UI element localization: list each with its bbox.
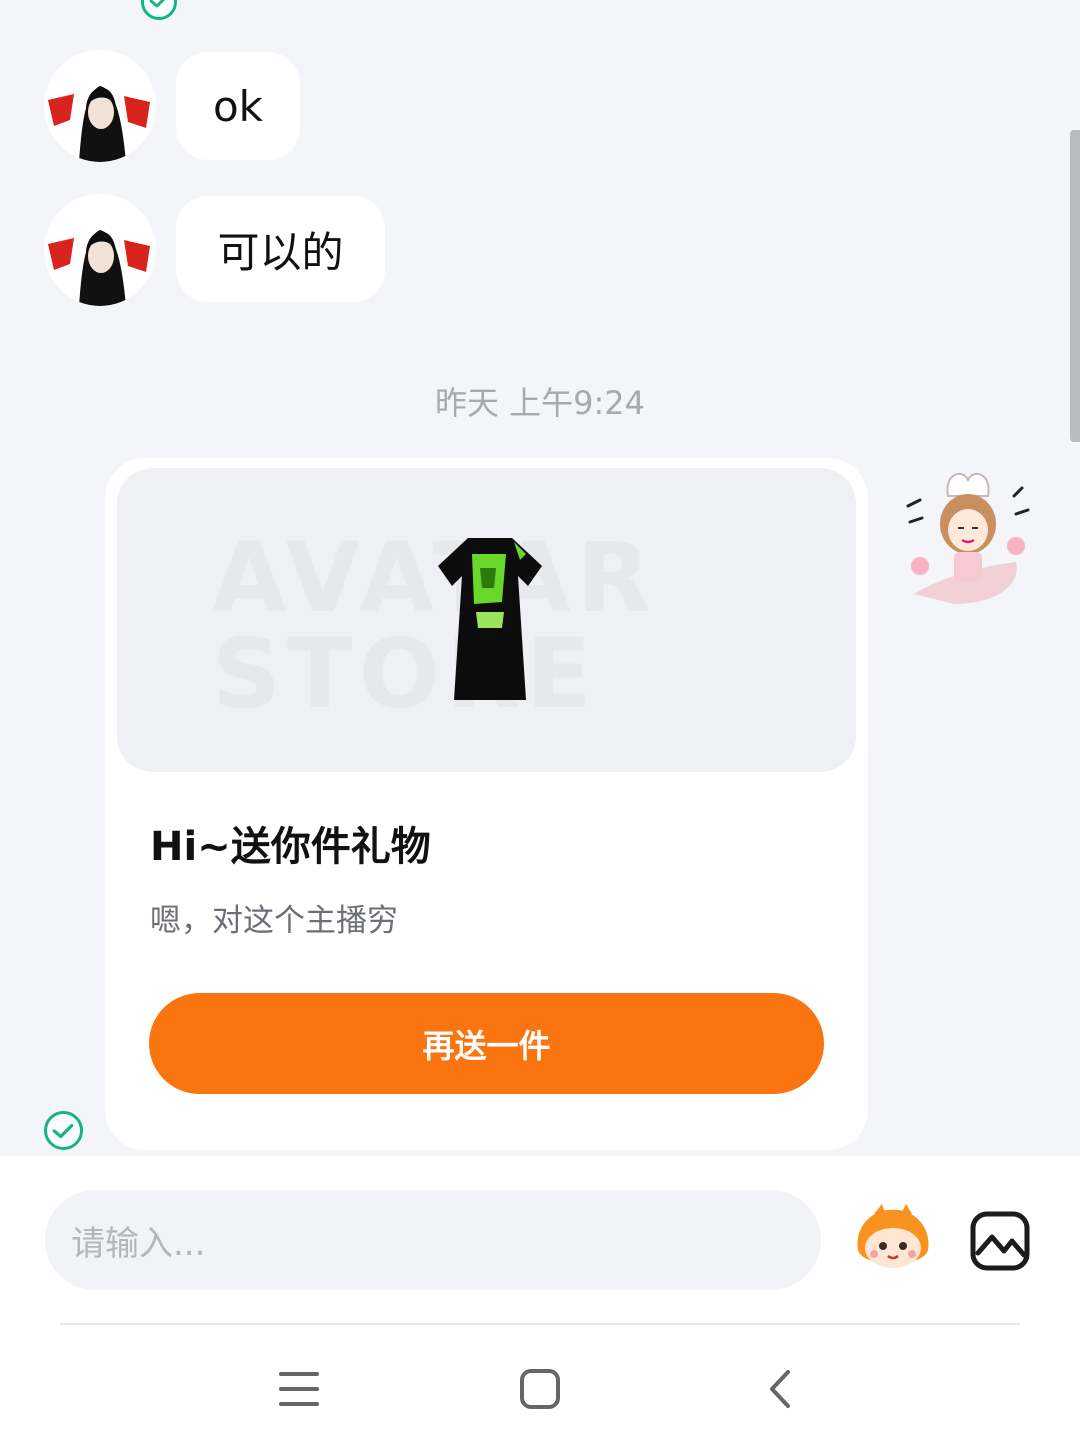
chat-scrollbar[interactable] [1070,130,1080,442]
contact-avatar[interactable] [44,194,156,306]
read-check-icon [141,0,177,20]
message-timestamp: 昨天 上午9:24 [434,384,646,422]
emoji-mascot-icon[interactable] [852,1204,934,1274]
tshirt-dress-icon [438,538,542,700]
my-avatar[interactable] [904,466,1034,611]
divider [60,1323,1020,1325]
send-again-button[interactable]: 再送一件 [149,993,824,1094]
gift-card[interactable]: AVATAR STORE Hi~送你件礼物 嗯，对这个主播穷 再送一件 [105,458,868,1150]
back-icon[interactable] [766,1368,794,1414]
menu-icon[interactable] [278,1370,320,1412]
home-icon[interactable] [519,1368,561,1414]
message-text: 可以的 [217,227,344,277]
message-input[interactable]: 请输入... [45,1190,821,1290]
contact-avatar[interactable] [44,50,156,162]
gift-title: Hi~送你件礼物 [150,824,431,870]
message-text: ok [212,81,264,131]
gift-message: 嗯，对这个主播穷 [150,903,398,939]
message-bubble[interactable]: ok [176,52,300,160]
read-check-icon [44,1111,83,1150]
composer-bar: 请输入... [0,1156,1080,1326]
system-nav-bar [0,1326,1080,1450]
image-picker-icon[interactable] [970,1211,1030,1271]
gift-image: AVATAR STORE [117,468,856,772]
message-bubble[interactable]: 可以的 [176,196,385,302]
input-placeholder: 请输入... [71,1223,206,1264]
